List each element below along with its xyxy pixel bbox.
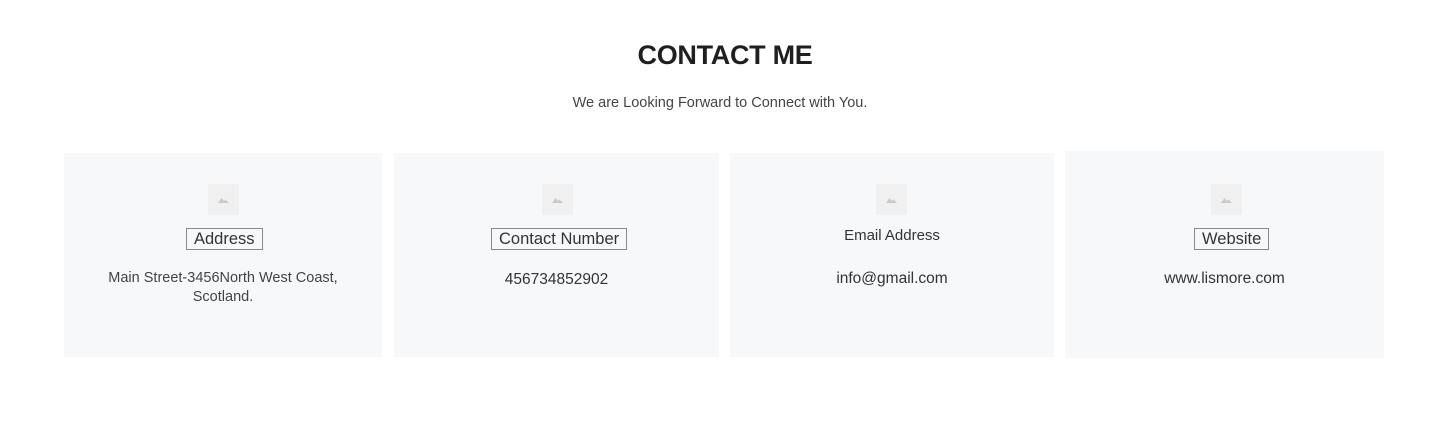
contact-number-text: 456734852902	[504, 271, 609, 288]
website-text: www.lismore.com	[1164, 270, 1285, 287]
contact-number-title: Contact Number	[491, 228, 628, 250]
contact-number-image-placeholder-icon	[542, 184, 573, 215]
website-title: Website	[1194, 228, 1270, 250]
website-image-placeholder-icon	[1211, 184, 1242, 215]
email-address-title: Email Address	[844, 227, 940, 244]
website-card: Website www.lismore.com	[1065, 151, 1384, 358]
email-address-text: info@gmail.com	[836, 270, 948, 287]
address-title: Address	[186, 228, 263, 250]
address-card: Address Main Street-3456North West Coast…	[64, 153, 382, 357]
email-address-card: Email Address info@gmail.com	[730, 153, 1054, 357]
section-subtitle: We are Looking Forward to Connect with Y…	[572, 95, 868, 111]
section-title: CONTACT ME	[637, 40, 813, 70]
contact-number-card: Contact Number 456734852902	[394, 153, 719, 357]
email-address-image-placeholder-icon	[876, 184, 907, 215]
address-image-placeholder-icon	[208, 184, 239, 215]
address-text: Main Street-3456North West Coast, Scotla…	[108, 270, 338, 305]
